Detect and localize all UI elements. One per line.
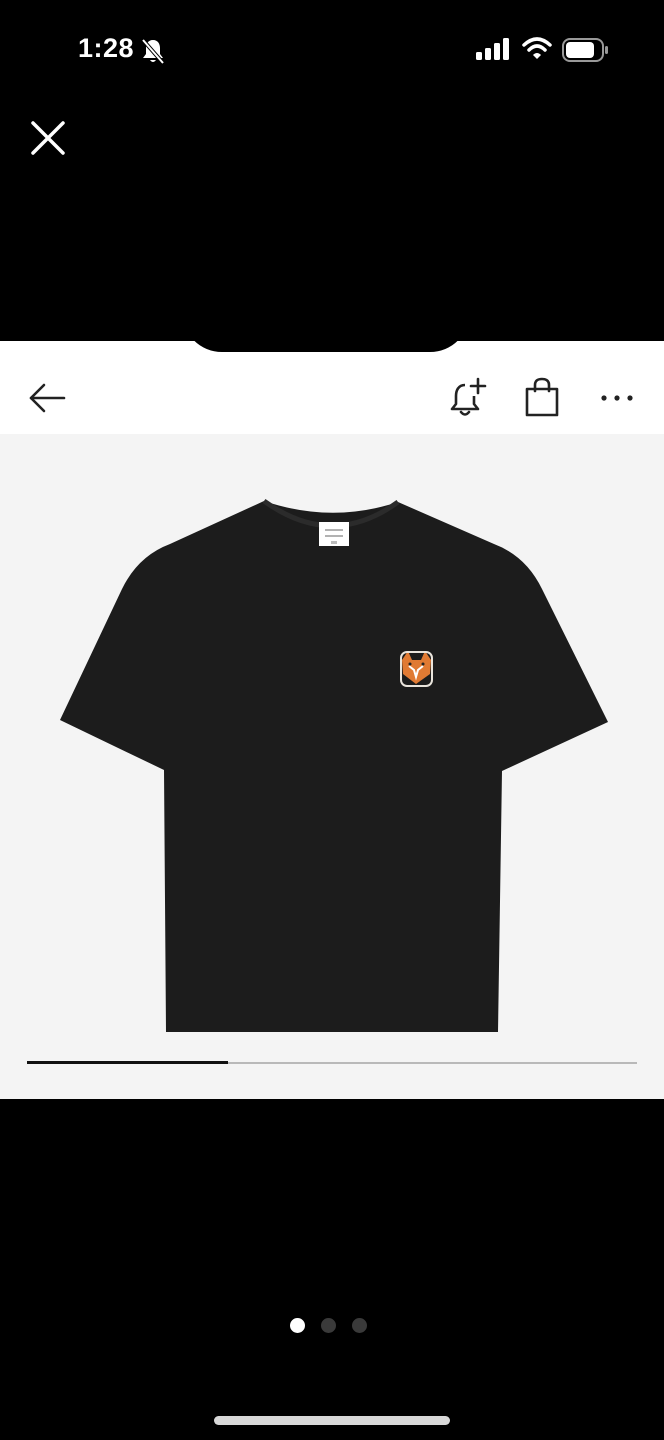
more-horizontal-icon[interactable] bbox=[600, 389, 634, 407]
close-icon[interactable] bbox=[28, 118, 68, 158]
product-page-preview bbox=[0, 341, 664, 1099]
bell-plus-icon[interactable] bbox=[448, 377, 488, 419]
product-toolbar bbox=[0, 341, 664, 434]
product-image[interactable] bbox=[0, 434, 664, 1099]
tshirt-icon bbox=[60, 498, 608, 1032]
bell-slash-icon bbox=[141, 38, 165, 65]
battery-icon bbox=[562, 38, 608, 62]
gallery-progress-fill bbox=[27, 1061, 229, 1064]
status-time: 1:28 bbox=[78, 33, 135, 63]
page-indicator bbox=[290, 1318, 367, 1333]
page-dot[interactable] bbox=[321, 1318, 336, 1333]
shopping-bag-icon[interactable] bbox=[523, 377, 561, 419]
wifi-icon bbox=[522, 37, 552, 59]
gallery-progress-bar bbox=[27, 1061, 637, 1064]
status-bar: 1:28 bbox=[0, 0, 664, 100]
home-indicator[interactable] bbox=[214, 1416, 450, 1425]
cellular-signal-icon bbox=[476, 38, 509, 60]
back-arrow-icon[interactable] bbox=[26, 377, 68, 419]
camera-notch bbox=[182, 300, 470, 352]
page-dot[interactable] bbox=[290, 1318, 305, 1333]
page-dot[interactable] bbox=[352, 1318, 367, 1333]
